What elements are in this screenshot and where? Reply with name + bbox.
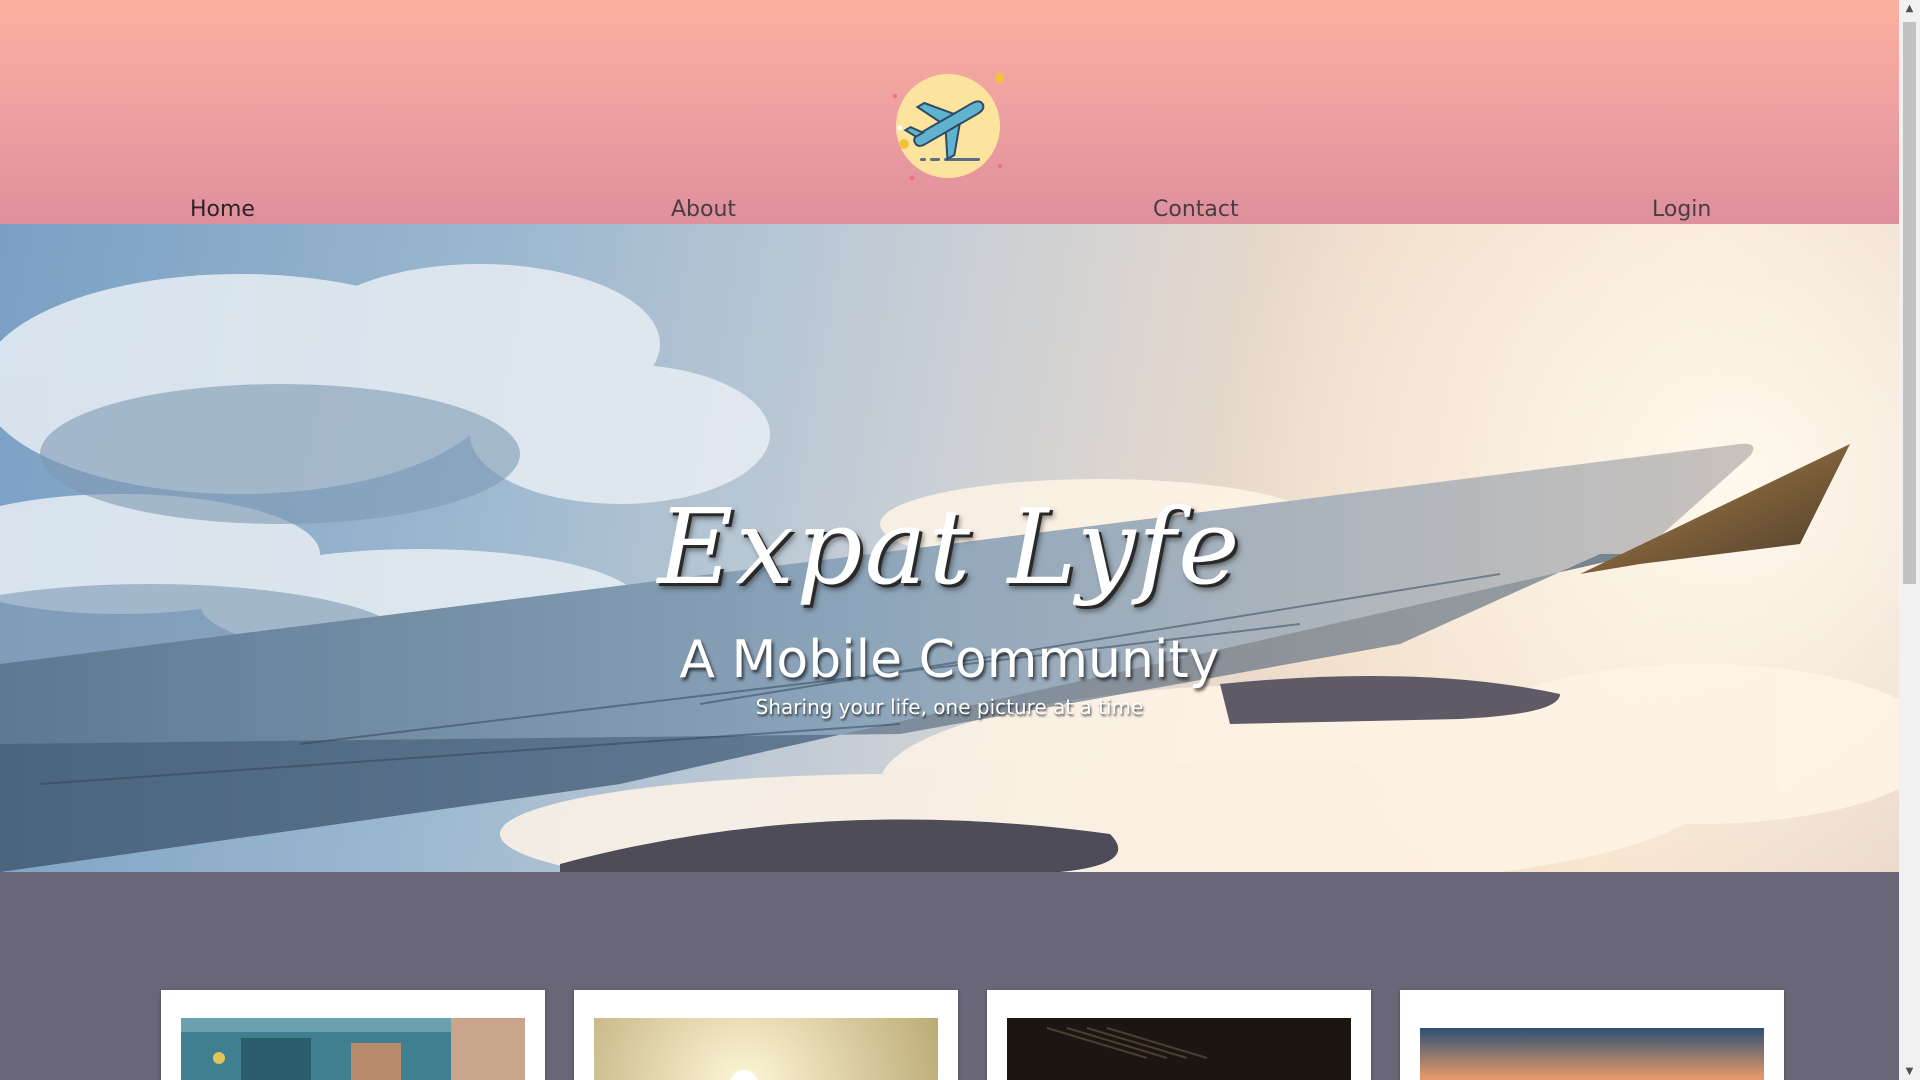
scroll-up-arrow-icon[interactable]: ▲ xyxy=(1899,0,1920,17)
photo-thumbnail[interactable] xyxy=(1420,1028,1764,1080)
nav-login-link[interactable]: Login xyxy=(1652,196,1711,224)
photo-thumbnail[interactable] xyxy=(594,1018,938,1080)
scrollbar-thumb[interactable] xyxy=(1903,22,1916,584)
airplane-logo-icon[interactable] xyxy=(892,70,1004,182)
hero-banner: Expat Lyfe A Mobile Community Sharing yo… xyxy=(0,224,1899,872)
photo-card-2[interactable] xyxy=(574,990,958,1080)
photo-thumbnail[interactable] xyxy=(181,1018,525,1080)
photo-card-3[interactable] xyxy=(987,990,1371,1080)
nav-home-link[interactable]: Home xyxy=(190,196,255,227)
photo-card-1[interactable] xyxy=(161,990,545,1080)
nav-contact-link[interactable]: Contact xyxy=(1153,196,1239,224)
hero-tagline: Sharing your life, one picture at a time xyxy=(755,695,1144,719)
photo-card-4[interactable] xyxy=(1400,990,1784,1080)
hero-subtitle: A Mobile Community xyxy=(679,630,1220,690)
scroll-down-arrow-icon[interactable]: ▼ xyxy=(1899,1063,1920,1080)
vertical-scrollbar[interactable]: ▲ ▼ xyxy=(1899,0,1920,1080)
site-header: Home About Contact Login xyxy=(0,0,1899,227)
nav-about-link[interactable]: About xyxy=(671,196,736,224)
hero-title: Expat Lyfe xyxy=(657,486,1242,608)
photo-thumbnail[interactable] xyxy=(1007,1018,1351,1080)
page: Home About Contact Login Expat Lyfe A Mo… xyxy=(0,0,1899,1080)
